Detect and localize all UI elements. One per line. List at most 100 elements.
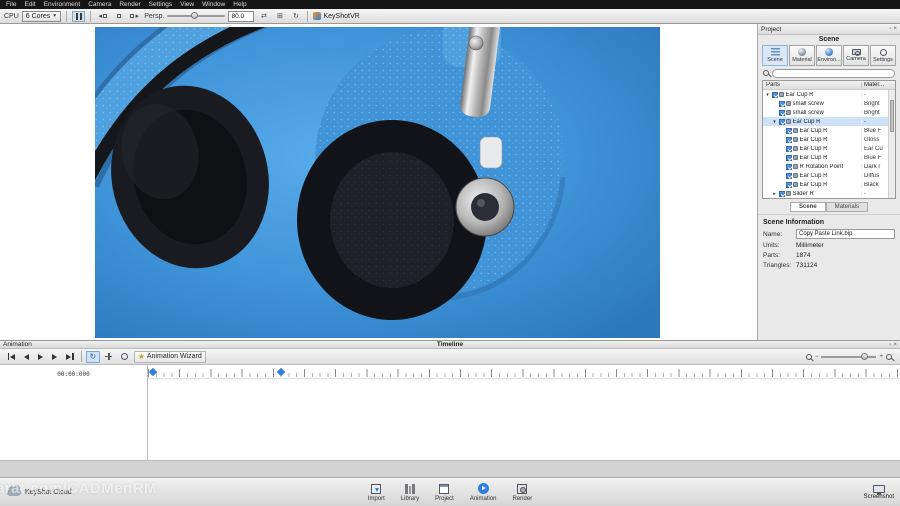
play-button[interactable] [35, 351, 47, 363]
parts-column-header[interactable]: Parts [763, 82, 861, 88]
step-back-button[interactable] [21, 351, 33, 363]
tree-row[interactable]: ▾ Ear Cup R - [763, 117, 895, 126]
cpu-cores-dropdown[interactable]: 6 Cores ▼ [21, 10, 62, 22]
scrollbar-thumb[interactable] [890, 100, 894, 132]
menu-view[interactable]: View [176, 1, 198, 8]
grid-button[interactable]: ⊞ [273, 11, 286, 22]
tree-row[interactable]: Ear Cup R Ear Cu [763, 144, 895, 153]
project-icon [439, 483, 450, 494]
import-button[interactable]: Import [368, 483, 385, 502]
timeline-track-list[interactable]: 00:00:000 [0, 365, 148, 460]
viewport[interactable] [0, 24, 757, 340]
tab-scene[interactable]: Scene [762, 45, 788, 66]
timeline-ruler-area[interactable] [148, 365, 900, 460]
part-label: small screw [792, 109, 824, 116]
tab-environment[interactable]: Environ... [816, 45, 842, 66]
render-button[interactable]: Render [513, 483, 532, 502]
tab-camera[interactable]: Camera [843, 45, 869, 66]
library-button[interactable]: Library [401, 483, 419, 502]
visibility-checkbox[interactable] [785, 172, 792, 179]
menu-camera[interactable]: Camera [84, 1, 115, 8]
animation-wizard-button[interactable]: ★ Animation Wizard [133, 350, 206, 363]
close-icon[interactable]: × [893, 342, 897, 348]
tree-scrollbar[interactable] [888, 90, 895, 198]
visibility-checkbox[interactable] [785, 127, 792, 134]
material-column-header[interactable]: Mater... [861, 82, 887, 88]
tab-label: Scene [767, 57, 783, 63]
visibility-checkbox[interactable] [771, 91, 778, 98]
dock-icon[interactable]: ▫ [889, 26, 891, 32]
tree-row[interactable]: Ear Cup R Blue F [763, 126, 895, 135]
menu-settings[interactable]: Settings [145, 1, 177, 8]
slider-knob[interactable] [861, 352, 869, 360]
visibility-checkbox[interactable] [785, 136, 792, 143]
visibility-checkbox[interactable] [778, 109, 785, 116]
menu-render[interactable]: Render [115, 1, 144, 8]
tab-settings[interactable]: Settings [870, 45, 896, 66]
zoom-out-icon[interactable] [805, 353, 812, 360]
skip-to-start-button[interactable] [4, 351, 19, 363]
visibility-checkbox[interactable] [785, 163, 792, 170]
screenshot-button[interactable]: Screenshot [864, 484, 894, 500]
menu-window[interactable]: Window [198, 1, 229, 8]
menu-environment[interactable]: Environment [40, 1, 85, 8]
tree-row[interactable]: R Rotation Point Dark r [763, 162, 895, 171]
close-icon[interactable]: × [893, 26, 897, 32]
tab-scene-list[interactable]: Scene [789, 202, 826, 212]
tree-row[interactable]: small screw Bright [763, 99, 895, 108]
skip-to-end-button[interactable] [63, 351, 78, 363]
perspective-slider[interactable] [167, 12, 226, 19]
flip-view-button[interactable]: ⇄ [257, 11, 270, 22]
previous-view-button[interactable]: ◂ [96, 11, 109, 22]
material-cell: Blue F [861, 127, 887, 134]
animation-button[interactable]: Animation [470, 483, 497, 502]
tree-row[interactable]: Ear Cup R Diffus [763, 171, 895, 180]
loop-button[interactable]: ↻ [86, 350, 100, 363]
visibility-checkbox[interactable] [778, 190, 785, 197]
next-view-button[interactable]: ▸ [128, 11, 141, 22]
visibility-checkbox[interactable] [785, 145, 792, 152]
part-icon [786, 119, 791, 124]
animation-icon [477, 483, 489, 494]
chevron-down-icon: ▼ [52, 13, 58, 19]
menu-file[interactable]: File [2, 1, 20, 8]
tree-row[interactable]: ▸ Slider R - [763, 189, 895, 198]
tree-row[interactable]: Ear Cup R Gloss [763, 135, 895, 144]
menu-help[interactable]: Help [229, 1, 250, 8]
part-icon [793, 137, 798, 142]
slider-knob[interactable] [191, 12, 199, 19]
pause-render-button[interactable] [72, 10, 86, 22]
add-view-button[interactable] [112, 11, 125, 22]
focal-length-field[interactable]: 80.0 [228, 10, 255, 22]
keyshot-window: File Edit Environment Camera Render Sett… [0, 0, 900, 506]
zoom-in-icon[interactable] [886, 353, 892, 360]
dock-icon[interactable]: ▫ [889, 342, 891, 348]
reset-camera-button[interactable]: ↻ [289, 11, 302, 22]
menu-edit[interactable]: Edit [20, 1, 39, 8]
headphones-render [95, 27, 660, 338]
realtime-button[interactable] [102, 351, 116, 363]
chevron-down-icon[interactable]: ▾ [772, 119, 777, 125]
timeline-zoom-slider[interactable] [821, 352, 877, 360]
part-icon [793, 128, 798, 133]
visibility-checkbox[interactable] [778, 100, 785, 107]
keyshotvr-button[interactable]: KeyShotVR [313, 12, 360, 20]
tree-row[interactable]: ▾ Ear Cup R - [763, 90, 895, 99]
tab-material[interactable]: Material [789, 45, 815, 66]
keyshot-cloud-button[interactable]: KeyShot Cloud [7, 484, 72, 496]
chevron-right-icon[interactable]: ▸ [772, 191, 777, 197]
tree-row[interactable]: Ear Cup R Black [763, 180, 895, 189]
tree-row[interactable]: small screw Bright [763, 108, 895, 117]
tree-row[interactable]: Ear Cup R Blue F [763, 153, 895, 162]
chevron-down-icon[interactable]: ▾ [765, 92, 770, 98]
visibility-checkbox[interactable] [778, 118, 785, 125]
visibility-checkbox[interactable] [785, 181, 792, 188]
animation-settings-button[interactable] [118, 351, 132, 363]
search-input[interactable] [772, 68, 895, 78]
tab-materials-list[interactable]: Materials [825, 202, 869, 212]
step-forward-button[interactable] [49, 351, 61, 363]
visibility-checkbox[interactable] [785, 154, 792, 161]
timeline-ruler[interactable] [148, 365, 900, 379]
scene-name-field[interactable]: Copy Paste Link.bip [796, 229, 895, 239]
project-button[interactable]: Project [435, 483, 454, 502]
